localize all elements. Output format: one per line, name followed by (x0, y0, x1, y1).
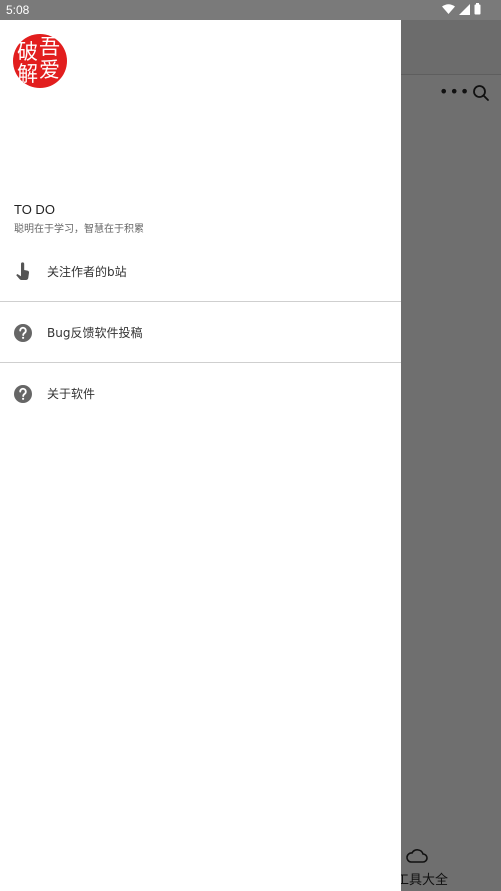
wifi-icon (442, 3, 455, 18)
help-icon (13, 323, 33, 343)
drawer-subtitle: 聪明在于学习，智慧在于积累 (14, 224, 144, 235)
status-time: 5:08 (6, 3, 30, 17)
svg-text:解: 解 (17, 62, 38, 86)
bottom-tab-label[interactable]: 工具大全 (396, 869, 448, 888)
signal-icon (459, 3, 470, 18)
navigation-drawer: 破 吾 解 爱 TO DO 聪明在于学习，智慧在于积累 关注作者的b站 Bug反… (0, 20, 401, 891)
cloud-icon[interactable] (405, 848, 429, 868)
hand-pointer-icon (13, 262, 33, 282)
menu-item-label: 关注作者的b站 (47, 265, 127, 279)
menu-item-label: Bug反馈软件投稿 (47, 326, 143, 340)
svg-text:吾: 吾 (39, 35, 60, 59)
menu-item-bug-feedback[interactable]: Bug反馈软件投稿 (0, 302, 401, 362)
menu-item-label: 关于软件 (47, 387, 96, 401)
help-icon (13, 384, 33, 404)
status-bar: 5:08 (0, 0, 501, 20)
menu-item-follow-bilibili[interactable]: 关注作者的b站 (0, 241, 401, 301)
background-app-bar (401, 20, 501, 75)
menu-item-about[interactable]: 关于软件 (0, 363, 401, 423)
svg-text:破: 破 (17, 40, 38, 64)
svg-text:爱: 爱 (39, 58, 60, 82)
more-options-icon[interactable]: ••• (439, 82, 470, 101)
app-logo: 破 吾 解 爱 (13, 34, 67, 88)
battery-icon (474, 3, 481, 18)
search-icon[interactable] (472, 84, 490, 106)
drawer-title: TO DO (14, 202, 55, 217)
